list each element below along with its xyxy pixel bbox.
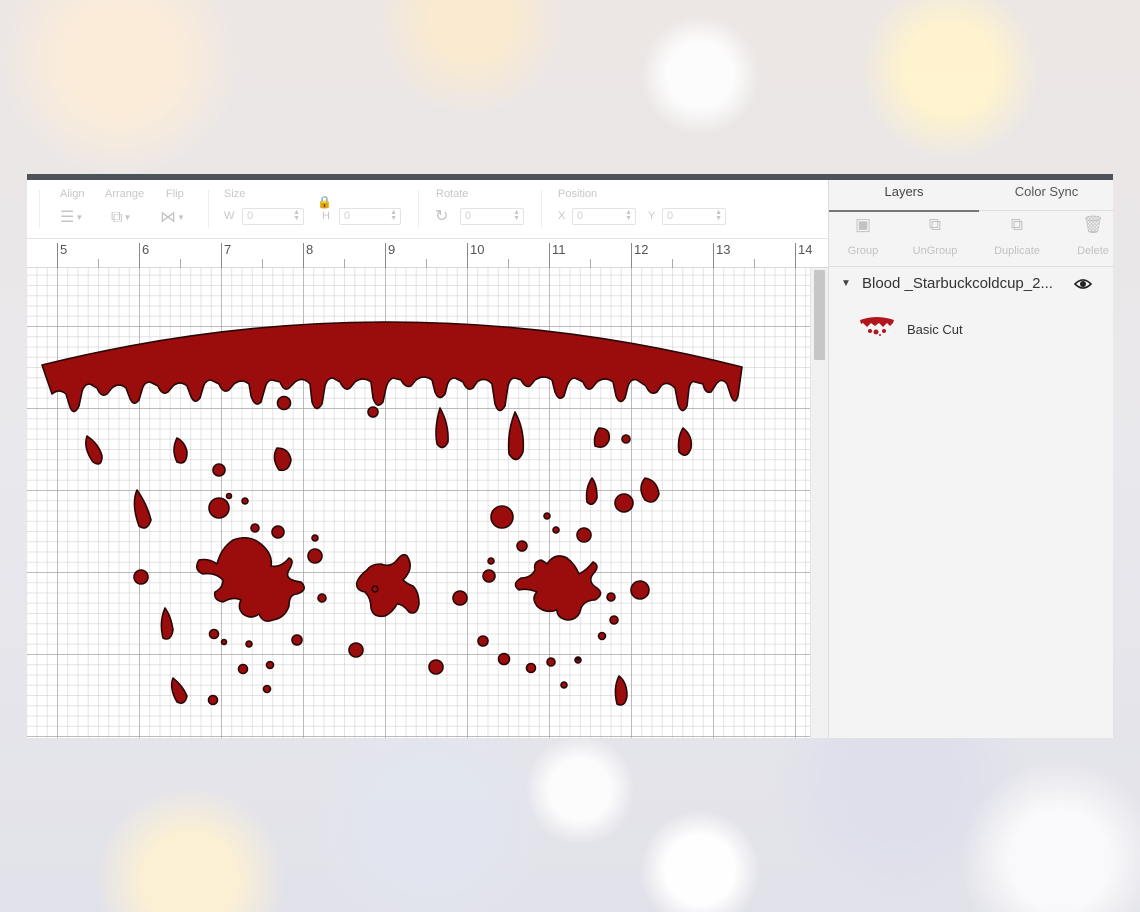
tab-layers[interactable]: Layers <box>829 180 979 212</box>
layer-item-label: Basic Cut <box>907 322 963 337</box>
y-value: 0 <box>667 210 674 222</box>
rotate-field[interactable]: 0 ▲ ▼ <box>460 208 524 225</box>
height-value: 0 <box>344 210 351 222</box>
drop <box>173 437 188 464</box>
toolbar-divider <box>39 190 40 228</box>
toolbar-divider <box>541 190 542 228</box>
ruler-label: 10 <box>470 242 485 257</box>
ruler-label: 8 <box>306 242 314 257</box>
scrollbar-thumb[interactable] <box>814 270 825 360</box>
position-label: Position <box>558 188 598 200</box>
rotate-value: 0 <box>465 210 472 222</box>
ruler-label: 9 <box>388 242 396 257</box>
width-field[interactable]: 0 ▲ ▼ <box>242 208 304 225</box>
arrange-group[interactable]: Arrange <box>105 188 144 202</box>
rotate-label: Rotate <box>436 188 469 200</box>
width-label: W <box>224 210 235 222</box>
x-value: 0 <box>577 210 584 222</box>
height-field[interactable]: 0 ▲ ▼ <box>339 208 401 225</box>
ruler-label: 13 <box>716 242 731 257</box>
horizontal-ruler: 5 6 7 8 9 10 11 12 13 14 <box>27 238 828 268</box>
align-group[interactable]: Align <box>60 188 84 202</box>
x-field[interactable]: 0 ▲ ▼ <box>572 208 636 225</box>
drop <box>593 427 611 448</box>
ruler-label: 11 <box>552 242 566 257</box>
layer-actions: ▣ Group ⧉ UnGroup ⧉ Duplicate 🗑 Delete <box>829 210 1113 267</box>
lock-icon[interactable]: 🔒 <box>317 194 332 210</box>
y-stepper[interactable]: ▲ ▼ <box>715 209 722 222</box>
flip-icon[interactable]: ⋈▼ <box>160 210 185 226</box>
ruler-label: 5 <box>60 242 68 257</box>
drop <box>160 607 174 640</box>
duplicate-icon: ⧉ <box>1010 215 1024 234</box>
toolbar-divider <box>418 190 419 228</box>
expand-caret-icon[interactable]: ▼ <box>841 278 851 289</box>
height-stepper[interactable]: ▲ ▼ <box>390 209 397 222</box>
toolbar-divider <box>208 190 209 228</box>
delete-button[interactable]: 🗑 Delete <box>1058 210 1113 257</box>
ruler-label: 12 <box>634 242 649 257</box>
ruler-label: 14 <box>798 242 813 257</box>
tab-color-sync[interactable]: Color Sync <box>979 180 1113 211</box>
design-space-window: Align ☰▼ Arrange ⧉▼ Flip ⋈▼ Size 🔒 W 0 ▲… <box>27 174 1113 738</box>
ruler-label: 6 <box>142 242 150 257</box>
duplicate-label: Duplicate <box>994 245 1040 257</box>
drip-band <box>41 321 743 413</box>
size-label: Size <box>224 188 246 200</box>
rotate-icon: ↻ <box>435 208 449 225</box>
layer-item-row[interactable]: Basic Cut <box>859 314 1099 342</box>
drop <box>133 489 152 529</box>
x-label: X <box>558 210 566 222</box>
y-field[interactable]: 0 ▲ ▼ <box>662 208 726 225</box>
align-icon[interactable]: ☰▼ <box>60 210 83 226</box>
splatter <box>195 536 305 622</box>
group-button[interactable]: ▣ Group <box>828 210 898 257</box>
drop <box>170 677 188 704</box>
drop <box>85 435 103 465</box>
layer-group-name: Blood _Starbuckcoldcup_2... <box>862 275 1053 292</box>
y-label: Y <box>648 210 656 222</box>
x-stepper[interactable]: ▲ ▼ <box>625 209 632 222</box>
trash-icon: 🗑 <box>1082 215 1104 234</box>
design-canvas[interactable] <box>27 268 810 738</box>
drop <box>585 477 598 506</box>
arrange-label: Arrange <box>105 188 145 200</box>
delete-label: Delete <box>1077 245 1109 257</box>
splatter <box>514 555 602 621</box>
rotate-stepper[interactable]: ▲ ▼ <box>513 209 520 222</box>
flip-label: Flip <box>166 188 184 200</box>
ruler-label: 7 <box>224 242 232 257</box>
drop <box>640 477 660 503</box>
height-label: H <box>322 210 330 222</box>
splatter <box>355 553 420 618</box>
layer-group-row[interactable]: ▼ Blood _Starbuckcoldcup_2... <box>829 272 1113 300</box>
drop <box>507 411 525 461</box>
group-icon: ▣ <box>854 215 872 234</box>
size-group: Size <box>224 188 245 202</box>
width-value: 0 <box>247 210 254 222</box>
drop <box>614 675 628 706</box>
arrange-icon[interactable]: ⧉▼ <box>111 210 131 226</box>
layers-panel: Layers Color Sync ▣ Group ⧉ UnGroup ⧉ Du… <box>828 180 1113 738</box>
drop <box>435 407 449 449</box>
visibility-eye-icon[interactable] <box>1074 278 1092 290</box>
group-label: Group <box>847 245 879 257</box>
width-stepper[interactable]: ▲ ▼ <box>293 209 300 222</box>
edit-toolbar: Align ☰▼ Arrange ⧉▼ Flip ⋈▼ Size 🔒 W 0 ▲… <box>27 180 828 238</box>
duplicate-button[interactable]: ⧉ Duplicate <box>982 210 1052 257</box>
layer-thumbnail <box>860 317 894 336</box>
ungroup-button[interactable]: ⧉ UnGroup <box>900 210 970 257</box>
ungroup-label: UnGroup <box>912 245 958 257</box>
rotate-group: Rotate <box>436 188 468 202</box>
blood-design[interactable] <box>27 268 810 738</box>
vertical-scrollbar[interactable] <box>810 268 828 738</box>
position-group: Position <box>558 188 597 202</box>
flip-group[interactable]: Flip <box>166 188 184 202</box>
drop <box>677 427 693 456</box>
align-label: Align <box>60 188 85 200</box>
drop <box>273 447 292 472</box>
ungroup-icon: ⧉ <box>928 215 942 234</box>
